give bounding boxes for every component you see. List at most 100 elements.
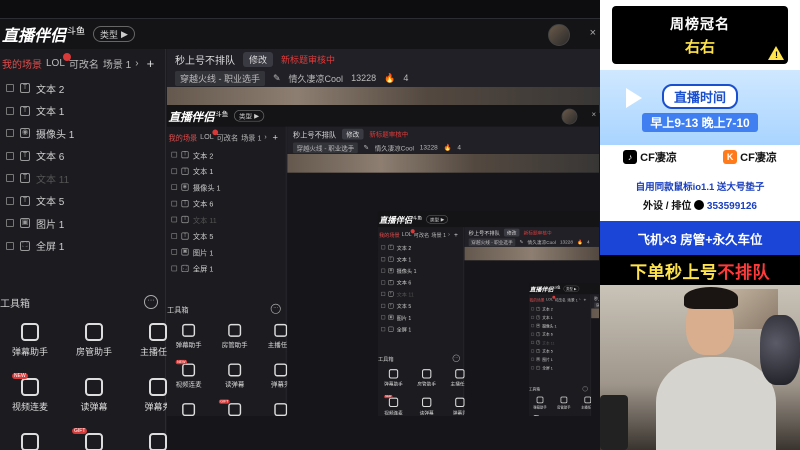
source-item[interactable]: ⛶ 全屏 1 [0,235,165,258]
category-pill[interactable]: 穿越火线 - 职业选手 [293,142,358,153]
more-icon[interactable]: ··· [144,295,158,309]
tool-video-link[interactable]: NEW 视频连麦 [167,359,210,388]
scene-tab[interactable]: LOL [402,228,415,237]
lock-icon[interactable] [171,265,178,272]
more-icon[interactable]: ··· [582,386,588,392]
source-item[interactable]: T 文本 6 [529,330,591,338]
tool-danmu[interactable]: 弹幕助手 [378,369,409,387]
lock-icon[interactable] [381,292,386,297]
tool-pk[interactable]: GIFTPk [60,428,128,450]
lock-icon[interactable] [6,84,14,93]
lock-icon[interactable] [531,332,535,336]
scene-tab[interactable]: 我的场景 [2,56,42,71]
scene-tab[interactable]: 可改名 [69,56,99,71]
add-scene-button[interactable]: + [147,56,155,71]
scene-tab[interactable]: LOL [546,295,556,302]
source-item[interactable]: T 文本 1 [529,313,591,321]
scene-tabs-more-icon[interactable]: › [579,297,580,301]
source-item[interactable]: T 文本 5 [167,228,286,244]
add-scene-button[interactable]: + [273,131,278,142]
tool-danmu[interactable]: 弹幕助手 [0,323,60,358]
source-item[interactable]: ⛶ 全屏 1 [167,260,286,276]
lock-icon[interactable] [381,257,386,262]
modify-title-button[interactable]: 修改 [243,51,274,67]
tool-moderator[interactable]: 房管助手 [551,396,576,410]
source-item[interactable]: ◉ 摄像头 1 [378,265,464,277]
source-item[interactable]: T 文本 2 [167,147,286,163]
tool-pk[interactable]: GIFTPk [210,399,259,417]
pencil-icon[interactable]: ✎ [273,73,281,84]
scene-tab[interactable]: 我的场景 [379,230,400,239]
pencil-icon[interactable]: ✎ [519,239,523,245]
lock-icon[interactable] [6,151,14,160]
lock-icon[interactable] [171,200,178,207]
source-item[interactable]: ▣ 图片 1 [0,212,165,235]
source-item[interactable]: T 文本 11 [378,288,464,300]
lock-icon[interactable] [381,268,386,273]
tool-danmu[interactable]: 弹幕助手 [167,323,210,349]
source-item[interactable]: ▣ 图片 1 [529,355,591,363]
lock-icon[interactable] [531,341,535,345]
scene-tab[interactable]: 场景 1 [567,297,578,302]
scene-tabs-more-icon[interactable]: › [448,232,450,238]
avatar[interactable] [561,108,578,125]
type-button[interactable]: 类型 ▶ [93,26,135,42]
source-item[interactable]: T 文本 2 [529,305,591,313]
source-item[interactable]: T 文本 2 [0,77,165,100]
lock-icon[interactable] [531,366,535,370]
modify-title-button[interactable]: 修改 [341,128,364,140]
lock-icon[interactable] [171,249,178,255]
close-icon[interactable]: × [591,111,596,120]
source-item[interactable]: T 文本 5 [529,347,591,355]
tool-adjust[interactable]: 调 [0,433,60,450]
lock-icon[interactable] [171,151,178,158]
lock-icon[interactable] [531,357,535,361]
source-item[interactable]: T 文本 6 [0,145,165,168]
source-item[interactable]: T 文本 6 [378,277,464,289]
tool-moderator[interactable]: 房管助手 [409,369,444,387]
avatar[interactable] [548,24,570,46]
scene-tabs-more-icon[interactable]: › [135,58,138,69]
source-item[interactable]: T 文本 5 [0,190,165,213]
source-item[interactable]: ▣ 图片 1 [167,244,286,260]
category-pill[interactable]: 穿越火线 - 职业选手 [175,70,265,86]
lock-icon[interactable] [6,129,14,138]
modify-title-button[interactable]: 修改 [503,228,520,237]
source-item[interactable]: T 文本 5 [378,300,464,312]
scene-tabs-more-icon[interactable]: › [264,133,266,141]
source-item[interactable]: T 文本 6 [167,195,286,211]
lock-icon[interactable] [171,184,178,191]
lock-icon[interactable] [381,245,386,250]
lock-icon[interactable] [171,168,178,174]
scene-tab[interactable]: 可改名 [414,230,430,239]
pencil-icon[interactable]: ✎ [364,144,369,152]
more-icon[interactable]: ··· [270,303,281,314]
category-pill[interactable]: 穿越火线 - 职业选手 [594,302,599,308]
lock-icon[interactable] [381,280,386,285]
type-button[interactable]: 类型 ▶ [426,215,448,224]
tool-moderator[interactable]: 房管助手 [210,323,259,349]
more-icon[interactable]: ··· [452,354,460,362]
scene-tab[interactable]: 可改名 [217,131,239,142]
source-item[interactable]: ⛶ 全屏 1 [378,323,464,335]
source-item[interactable]: T 文本 11 [167,212,286,228]
scene-tab[interactable]: LOL [46,52,71,69]
scene-tab[interactable]: 场景 1 [103,56,131,71]
source-item[interactable]: ◉ 摄像头 1 [529,322,591,330]
lock-icon[interactable] [381,327,386,332]
source-item[interactable]: T 文本 1 [167,163,286,179]
category-pill[interactable]: 穿越火线 - 职业选手 [468,238,516,247]
source-item[interactable]: T 文本 1 [0,100,165,123]
tool-read-danmu[interactable]: 读弹幕 [409,397,444,416]
lock-icon[interactable] [531,324,535,328]
add-scene-button[interactable]: + [584,297,587,303]
source-item[interactable]: ◉ 摄像头 1 [0,122,165,145]
lock-icon[interactable] [381,315,386,320]
tool-read-danmu[interactable]: 读弹幕 [60,378,128,413]
lock-icon[interactable] [6,196,14,205]
lock-icon[interactable] [531,315,535,319]
lock-icon[interactable] [381,303,386,308]
source-item[interactable]: T 文本 1 [378,253,464,265]
lock-icon[interactable] [6,174,14,183]
scene-tab[interactable]: 场景 1 [431,230,446,239]
